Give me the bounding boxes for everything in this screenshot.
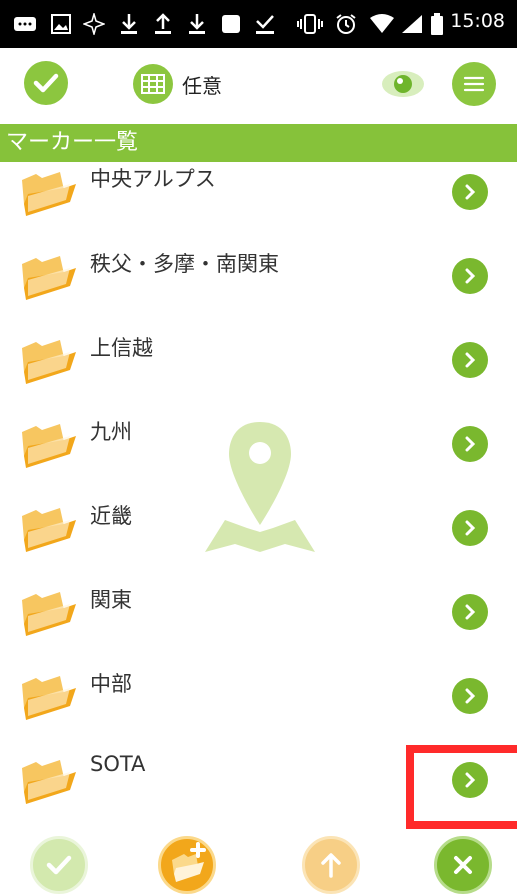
check-icon <box>33 73 59 93</box>
close-icon <box>454 856 472 874</box>
image-icon <box>50 12 72 36</box>
move-up-button[interactable] <box>302 836 360 894</box>
download-icon <box>186 12 208 36</box>
list-item[interactable]: 中部 <box>0 662 517 746</box>
list-item-label: 中部 <box>90 672 132 696</box>
mode-label[interactable]: 任意 <box>182 70 222 99</box>
list-item[interactable]: 秩父・多摩・南関東 <box>0 242 517 326</box>
chevron-right-icon[interactable] <box>452 426 488 462</box>
chevron-right-icon[interactable] <box>452 342 488 378</box>
add-folder-icon <box>172 842 206 882</box>
status-bar: 15:08 <box>0 0 517 48</box>
wifi-icon <box>368 12 396 36</box>
add-folder-button[interactable] <box>158 836 216 894</box>
chevron-right-icon[interactable] <box>452 258 488 294</box>
check-download-icon <box>254 12 276 36</box>
folder-icon <box>18 254 78 308</box>
folder-icon <box>18 506 78 560</box>
hamburger-icon <box>463 76 485 92</box>
confirm-button[interactable] <box>24 61 68 105</box>
stop-icon <box>220 12 242 36</box>
clock: 15:08 <box>450 10 505 32</box>
list-item-label: 上信越 <box>90 336 153 360</box>
folder-icon <box>18 674 78 728</box>
list-item-label: 関東 <box>90 588 132 612</box>
download-icon <box>118 12 140 36</box>
close-button[interactable] <box>434 836 492 894</box>
eye-icon <box>382 71 424 97</box>
brightness-icon <box>82 12 106 36</box>
keyboard-icon <box>12 12 38 36</box>
arrow-up-icon <box>321 853 341 878</box>
upload-icon <box>152 12 174 36</box>
list-item[interactable]: 九州 <box>0 410 517 494</box>
chevron-right-icon[interactable] <box>452 510 488 546</box>
toolbar <box>0 48 517 118</box>
signal-icon <box>400 12 424 36</box>
list-item-label: 九州 <box>90 420 132 444</box>
folder-icon <box>18 422 78 476</box>
visibility-toggle[interactable] <box>380 68 426 100</box>
alarm-icon <box>334 12 358 36</box>
list-item-label: 近畿 <box>90 504 132 528</box>
folder-icon <box>18 590 78 644</box>
mode-select-button[interactable] <box>133 64 173 104</box>
menu-button[interactable] <box>452 62 496 106</box>
list-item[interactable]: 上信越 <box>0 326 517 410</box>
highlight-box <box>406 745 517 829</box>
chevron-right-icon[interactable] <box>452 678 488 714</box>
list-item-label: 秩父・多摩・南関東 <box>90 252 279 276</box>
vibrate-icon <box>296 12 324 36</box>
folder-icon <box>18 338 78 392</box>
list-item[interactable]: 中央アルプス <box>0 158 517 242</box>
chevron-right-icon[interactable] <box>452 594 488 630</box>
list-item[interactable]: 関東 <box>0 578 517 662</box>
folder-icon <box>18 758 78 812</box>
folder-icon <box>18 170 78 224</box>
list-item[interactable]: 近畿 <box>0 494 517 578</box>
select-button[interactable] <box>30 836 88 894</box>
list-item-label: SOTA <box>90 752 146 776</box>
battery-icon <box>430 12 444 36</box>
list-item-label: 中央アルプス <box>90 167 216 191</box>
check-icon <box>46 855 72 875</box>
section-title: マーカー一覧 <box>0 124 517 162</box>
chevron-right-icon[interactable] <box>452 174 488 210</box>
grid-icon <box>141 74 165 94</box>
